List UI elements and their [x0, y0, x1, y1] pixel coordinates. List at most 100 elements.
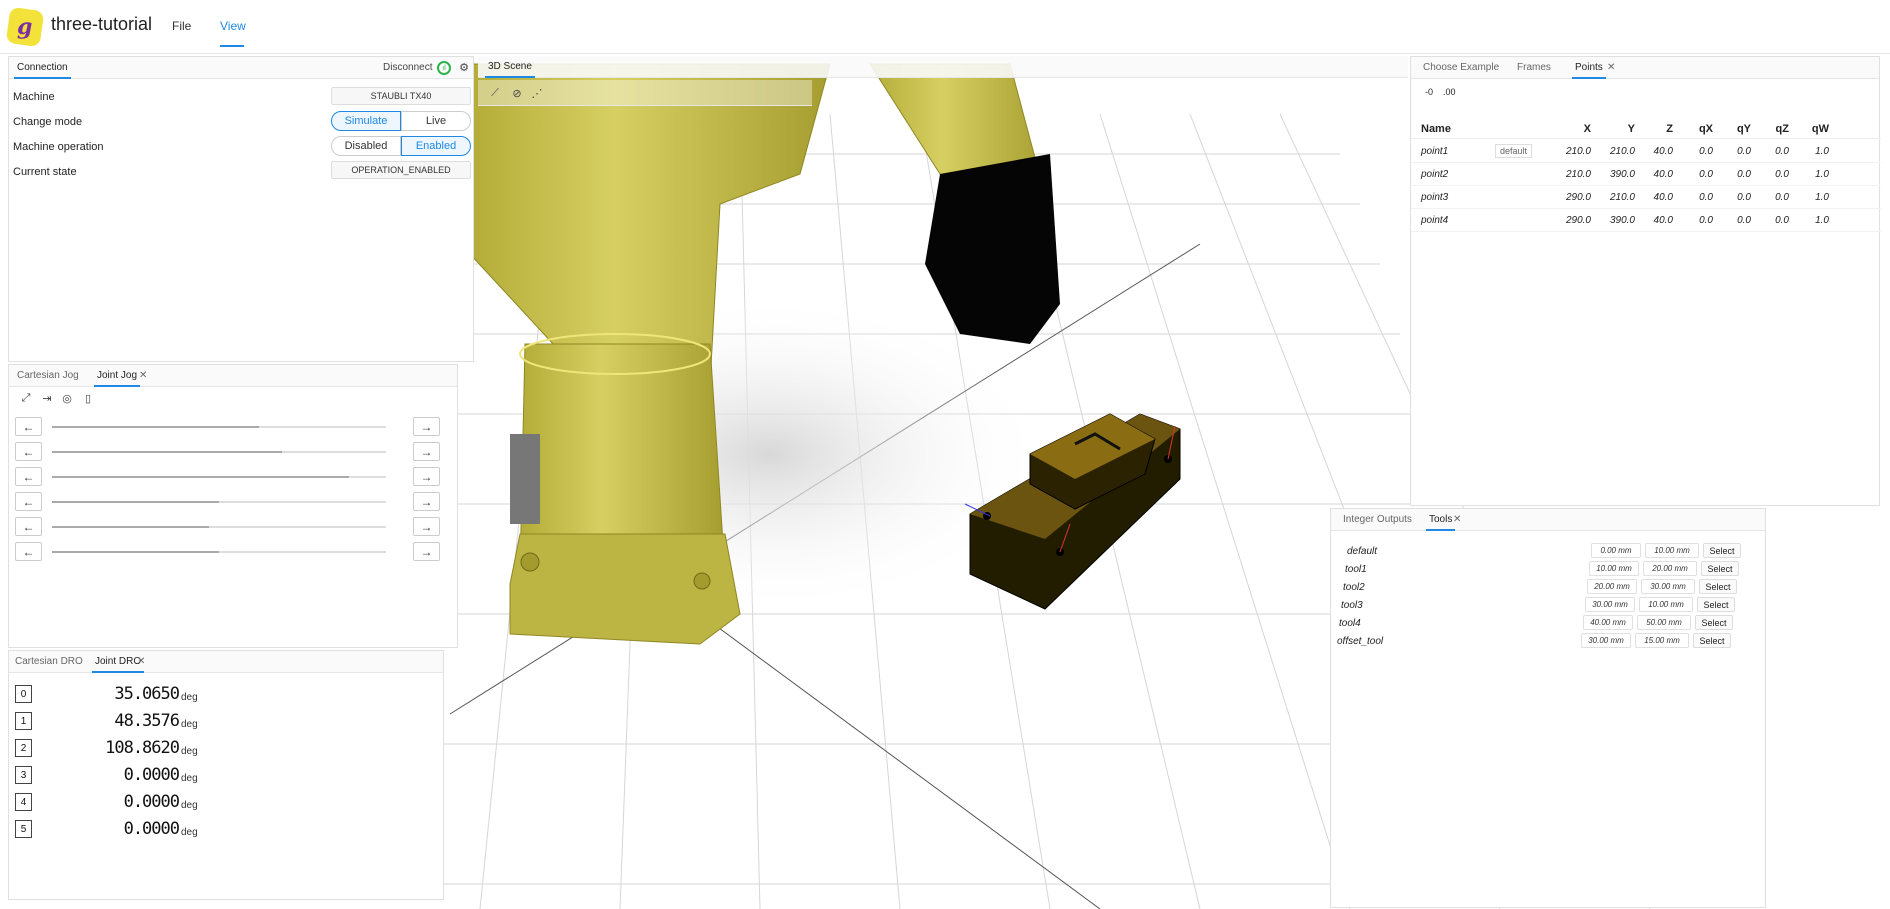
joint-slider-fill — [52, 426, 260, 428]
joint-slider-track[interactable] — [52, 526, 386, 528]
jog-plus-button[interactable]: → — [413, 442, 440, 461]
jog-plus-button[interactable]: → — [413, 517, 440, 536]
joint-slider-track[interactable] — [52, 476, 386, 478]
tool-value-a[interactable]: 10.00 mm — [1589, 561, 1639, 576]
operation-enabled-button[interactable]: Enabled — [401, 136, 471, 156]
tool-value-b[interactable]: 20.00 mm — [1643, 561, 1697, 576]
tool-value-a[interactable]: 20.00 mm — [1587, 579, 1637, 594]
tool-select-button[interactable]: Select — [1693, 633, 1731, 648]
tool-value-b[interactable]: 10.00 mm — [1639, 597, 1693, 612]
tab-frames[interactable]: Frames — [1517, 62, 1551, 73]
trajectory-icon[interactable]: ⟋ — [488, 86, 502, 100]
joint-slider-track[interactable] — [52, 501, 386, 503]
tool-select-button[interactable]: Select — [1695, 615, 1733, 630]
tab-integer-outputs[interactable]: Integer Outputs — [1343, 514, 1412, 525]
jog-plus-button[interactable]: → — [413, 542, 440, 561]
close-tab-icon[interactable]: ✕ — [137, 656, 145, 667]
tab-tools[interactable]: Tools — [1425, 514, 1456, 531]
expand-icon[interactable]: ⤢ — [19, 391, 33, 405]
disconnect-button[interactable]: Disconnect — [383, 62, 432, 73]
connection-panel: Connection Disconnect ıl ⚙ Machine STAUB… — [8, 56, 474, 362]
target-icon[interactable]: ◎ — [60, 391, 74, 405]
jog-plus-button[interactable]: → — [413, 492, 440, 511]
tab-joint-dro[interactable]: Joint DRO — [91, 656, 145, 673]
scene-tabbar: 3D Scene — [478, 56, 1408, 78]
tab-points[interactable]: Points — [1572, 62, 1606, 79]
dro-panel: Cartesian DRO Joint DRO ✕ 0 35.0650 deg 1 48… — [8, 650, 444, 900]
decimal-increase-button[interactable]: .00 — [1443, 87, 1456, 97]
joint-slider-track[interactable] — [52, 451, 386, 453]
default-badge[interactable]: default — [1495, 144, 1533, 158]
tool-value-a[interactable]: 30.00 mm — [1585, 597, 1635, 612]
joint-slider-fill — [52, 526, 209, 528]
tool-value-a[interactable]: 30.00 mm — [1581, 633, 1631, 648]
decimal-decrease-button[interactable]: -0 — [1425, 87, 1433, 97]
point-name: point2 — [1421, 169, 1449, 180]
joint-slider-track[interactable] — [52, 551, 386, 553]
joint-index: 1 — [15, 712, 32, 730]
points-table-body: point1 210.0 210.0 40.0 0.0 0.0 0.0 1.0 default p… — [1411, 141, 1881, 241]
tool-value-a[interactable]: 0.00 mm — [1591, 543, 1641, 558]
table-row[interactable]: point2 210.0 390.0 40.0 0.0 0.0 0.0 1.0 — [1411, 164, 1881, 186]
point-value: 390.0 — [1609, 215, 1635, 226]
app-header: g three-tutorial File View — [0, 0, 1890, 54]
point-value: 0.0 — [1699, 192, 1713, 203]
step-icon[interactable]: ⇥ — [40, 391, 54, 405]
machine-value: STAUBLI TX40 — [331, 87, 471, 105]
jog-plus-button[interactable]: → — [413, 417, 440, 436]
jog-minus-button[interactable]: ← — [15, 492, 42, 511]
jog-minus-button[interactable]: ← — [15, 417, 42, 436]
tool-name: tool1 — [1345, 564, 1367, 575]
jog-plus-button[interactable]: → — [413, 467, 440, 486]
tool-value-b[interactable]: 50.00 mm — [1637, 615, 1691, 630]
table-row[interactable]: point1 210.0 210.0 40.0 0.0 0.0 0.0 1.0 default — [1411, 141, 1881, 163]
close-tab-icon[interactable]: ✕ — [139, 370, 147, 381]
close-tab-icon[interactable]: ✕ — [1607, 62, 1615, 73]
close-tab-icon[interactable]: ✕ — [1453, 514, 1461, 525]
point-value: 0.0 — [1699, 215, 1713, 226]
tool-value-b[interactable]: 15.00 mm — [1635, 633, 1689, 648]
table-row[interactable]: point4 290.0 390.0 40.0 0.0 0.0 0.0 1.0 — [1411, 210, 1881, 232]
joint-slider-fill — [52, 501, 219, 503]
mode-live-button[interactable]: Live — [401, 111, 471, 131]
jog-minus-button[interactable]: ← — [15, 517, 42, 536]
joint-slider-track[interactable] — [52, 426, 386, 428]
tab-choose-example[interactable]: Choose Example — [1423, 62, 1499, 73]
tab-cartesian-jog[interactable]: Cartesian Jog — [17, 370, 79, 381]
tool-select-button[interactable]: Select — [1699, 579, 1737, 594]
jog-minus-button[interactable]: ← — [15, 442, 42, 461]
tab-3d-scene[interactable]: 3D Scene — [485, 61, 535, 78]
mouse-icon[interactable]: ▯ — [81, 391, 95, 405]
point-value: 0.0 — [1737, 146, 1751, 157]
point-value: 1.0 — [1815, 146, 1829, 157]
jog-minus-button[interactable]: ← — [15, 542, 42, 561]
tab-cartesian-dro[interactable]: Cartesian DRO — [15, 656, 83, 667]
mode-simulate-button[interactable]: Simulate — [331, 111, 401, 131]
point-value: 0.0 — [1775, 169, 1789, 180]
jog-minus-button[interactable]: ← — [15, 467, 42, 486]
machine-label: Machine — [13, 91, 55, 103]
tab-joint-jog[interactable]: Joint Jog — [93, 370, 141, 387]
tab-connection[interactable]: Connection — [14, 62, 71, 79]
tool-select-button[interactable]: Select — [1697, 597, 1735, 612]
tool-value-b[interactable]: 30.00 mm — [1641, 579, 1695, 594]
menu-view[interactable]: View — [220, 19, 246, 33]
tool-value-a[interactable]: 40.00 mm — [1583, 615, 1633, 630]
point-value: 0.0 — [1737, 215, 1751, 226]
tool-name: tool4 — [1339, 618, 1361, 629]
tool-select-button[interactable]: Select — [1703, 543, 1741, 558]
menu-file[interactable]: File — [172, 19, 191, 33]
clear-icon[interactable]: ⊘ — [510, 86, 524, 100]
table-row[interactable]: point3 290.0 210.0 40.0 0.0 0.0 0.0 1.0 — [1411, 187, 1881, 209]
tool-select-button[interactable]: Select — [1701, 561, 1739, 576]
point-value: 0.0 — [1775, 192, 1789, 203]
tool-name: tool3 — [1341, 600, 1363, 611]
settings-gear-icon[interactable]: ⚙ — [457, 60, 471, 74]
points-table-header: Name X Y ZqX qY qZ qW — [1411, 119, 1881, 139]
joint-value: 0.0000 — [123, 765, 180, 785]
operation-disabled-button[interactable]: Disabled — [331, 136, 401, 156]
sparkle-icon[interactable]: ⋰ — [530, 86, 544, 100]
current-state-label: Current state — [13, 166, 77, 178]
tool-value-b[interactable]: 10.00 mm — [1645, 543, 1699, 558]
joint-value: 35.0650 — [114, 684, 180, 704]
